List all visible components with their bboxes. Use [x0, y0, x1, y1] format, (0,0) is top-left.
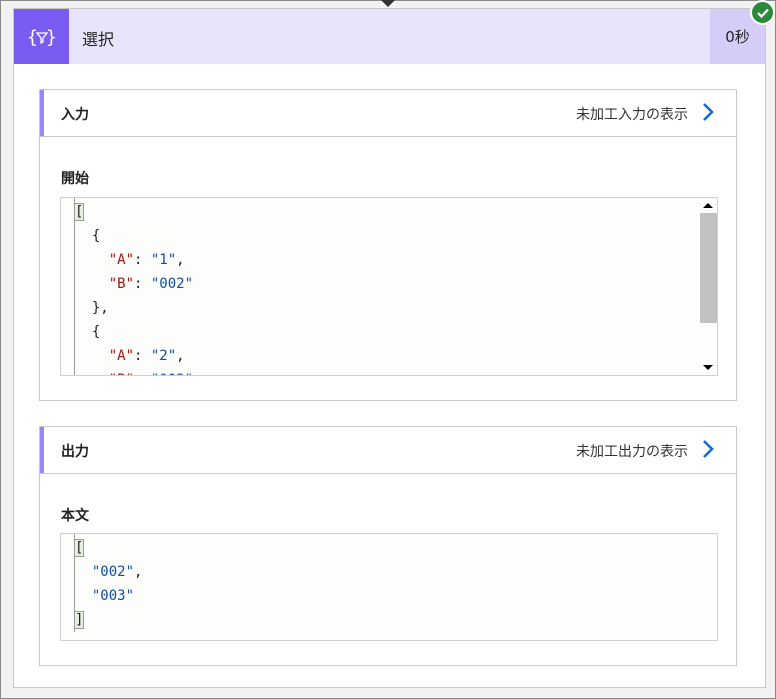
- json-value: "2": [150, 348, 177, 364]
- start-field-label: 開始: [61, 171, 89, 187]
- code-line: "003": [75, 584, 142, 608]
- scroll-up-icon[interactable]: [703, 203, 713, 208]
- json-value: "1": [150, 252, 177, 268]
- show-raw-outputs-link[interactable]: 未加工出力の表示: [576, 441, 688, 461]
- code-line: ]: [73, 608, 142, 632]
- input-code-lines: [ { "A": "1", "B": "002" }, { "A": "2", …: [73, 198, 193, 375]
- json-value: "003": [91, 588, 135, 604]
- code-line: },: [75, 296, 193, 320]
- json-punctuation: ]: [73, 611, 85, 629]
- json-key: "A": [108, 348, 135, 364]
- json-value: "003": [151, 372, 193, 375]
- body-code-viewer[interactable]: [ "002", "003"]: [60, 533, 718, 641]
- json-value: "002": [150, 276, 194, 292]
- filter-braces-icon: { }: [14, 9, 69, 64]
- json-punctuation: ,: [176, 252, 185, 268]
- svg-text:{: {: [27, 27, 38, 48]
- action-header[interactable]: { } 選択 0秒: [14, 9, 765, 64]
- show-raw-inputs-link[interactable]: 未加工入力の表示: [576, 104, 688, 124]
- code-line: "B": "003": [75, 368, 193, 375]
- json-punctuation: :: [134, 372, 151, 375]
- code-line: "B": "002": [75, 272, 193, 296]
- json-punctuation: {: [91, 324, 101, 340]
- code-line: "A": "2",: [75, 344, 193, 368]
- output-code-lines: [ "002", "003"]: [73, 534, 143, 632]
- json-key: "B": [108, 276, 135, 292]
- success-check-icon: [750, 0, 775, 25]
- scroll-thumb[interactable]: [700, 213, 717, 323]
- json-punctuation: [: [73, 539, 85, 557]
- outputs-title: 出力: [61, 444, 89, 460]
- start-code-viewer[interactable]: [ { "A": "1", "B": "002" }, { "A": "2", …: [60, 197, 718, 376]
- svg-text:}: }: [46, 27, 57, 48]
- code-scrollbar[interactable]: [699, 198, 717, 375]
- outputs-header: 出力 未加工出力の表示: [40, 427, 736, 474]
- code-line: {: [75, 224, 193, 248]
- json-key: "A": [108, 252, 135, 268]
- code-line: "A": "1",: [75, 248, 193, 272]
- json-key: "B": [109, 372, 134, 375]
- json-punctuation: {: [91, 228, 101, 244]
- inputs-header: 入力 未加工入力の表示: [40, 90, 736, 137]
- json-punctuation: ,: [134, 564, 143, 580]
- json-punctuation: :: [134, 276, 151, 292]
- json-punctuation: },: [91, 300, 109, 316]
- code-line: [: [73, 200, 193, 224]
- action-title: 選択: [82, 30, 115, 49]
- code-line: "002",: [75, 560, 143, 584]
- section-accent: [40, 427, 44, 473]
- code-line: {: [75, 320, 193, 344]
- body-field-label: 本文: [61, 508, 89, 524]
- action-card: { } 選択 0秒 入力 未加工入力の表示 開始 [ { "A": "1", "…: [13, 8, 766, 688]
- connector-caret-icon: [381, 0, 395, 7]
- inputs-title: 入力: [61, 107, 89, 123]
- flow-run-frame: { } 選択 0秒 入力 未加工入力の表示 開始 [ { "A": "1", "…: [0, 0, 776, 699]
- json-punctuation: :: [134, 252, 151, 268]
- chevron-right-icon[interactable]: [702, 102, 714, 126]
- inputs-section: 入力 未加工入力の表示 開始 [ { "A": "1", "B": "002" …: [39, 89, 737, 401]
- code-line: [: [73, 536, 142, 560]
- json-punctuation: [: [73, 203, 85, 221]
- section-accent: [40, 90, 44, 136]
- scroll-down-icon[interactable]: [703, 365, 713, 370]
- json-punctuation: :: [134, 348, 151, 364]
- json-value: "002": [91, 564, 135, 580]
- outputs-section: 出力 未加工出力の表示 本文 [ "002", "003"]: [39, 426, 737, 666]
- json-punctuation: ,: [176, 348, 185, 364]
- chevron-right-icon[interactable]: [702, 439, 714, 463]
